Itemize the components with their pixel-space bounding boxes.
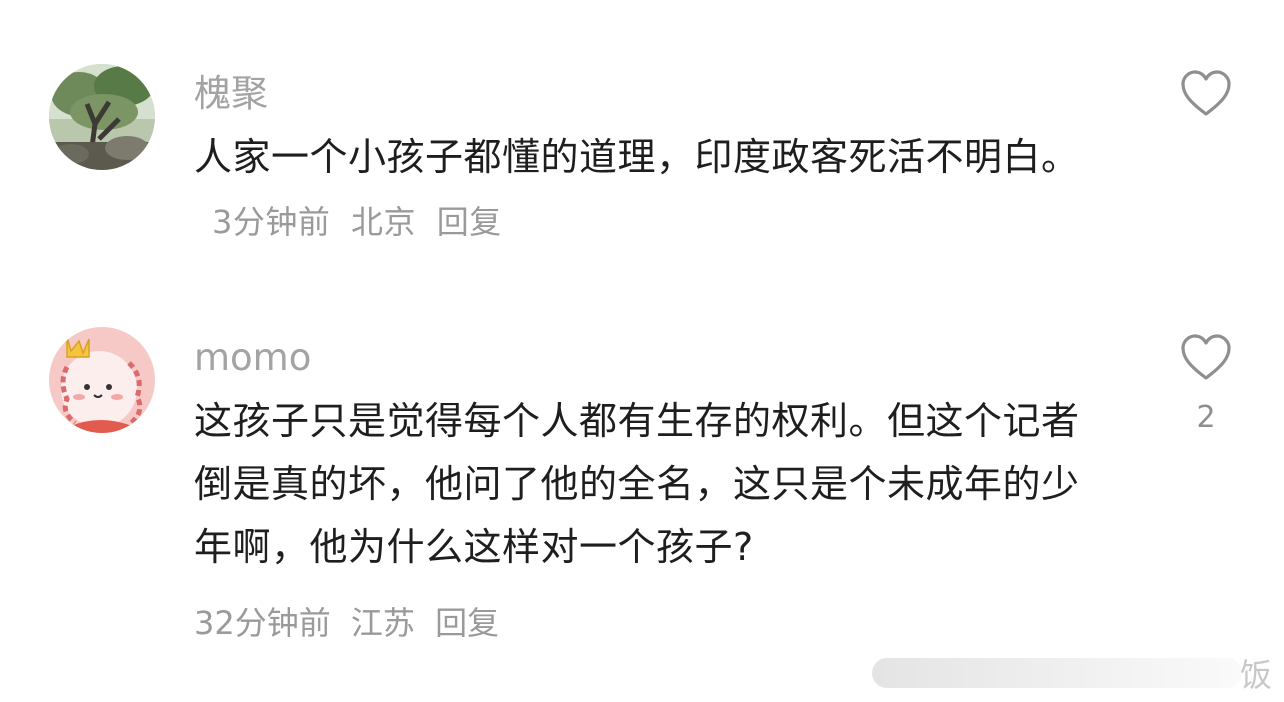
watermark: 饭: [872, 648, 1280, 694]
watermark-text: 饭: [1240, 656, 1273, 694]
avatar-tree-image: [49, 64, 155, 170]
comment-time: 3分钟前: [212, 203, 331, 241]
heart-outline-icon[interactable]: [1180, 334, 1232, 382]
comment-body: 人家一个小孩子都懂的道理，印度政客死活不明白。: [194, 135, 1080, 179]
watermark-bar: [872, 658, 1242, 688]
comment-time: 32分钟前: [194, 604, 331, 642]
avatar-cartoon-image: [49, 327, 155, 433]
avatar[interactable]: [49, 327, 155, 433]
heart-outline-icon[interactable]: [1180, 70, 1232, 118]
username[interactable]: 槐聚: [194, 72, 268, 116]
reply-button[interactable]: 回复: [435, 604, 499, 642]
reply-button[interactable]: 回复: [437, 203, 502, 241]
username[interactable]: momo: [194, 336, 311, 380]
comment-location: 江苏: [350, 604, 415, 642]
like-count: 2: [1196, 400, 1216, 435]
avatar[interactable]: [49, 64, 155, 170]
comment-text: 人家一个小孩子都懂的道理，印度政客死活不明白。 3分钟前 北京 回复: [194, 126, 1114, 254]
comment-list: 槐聚 人家一个小孩子都懂的道理，印度政客死活不明白。 3分钟前 北京 回复 mo…: [0, 0, 1284, 702]
comment-meta: 32分钟前 江苏 回复: [194, 598, 509, 644]
comment-location: 北京: [351, 203, 417, 241]
comment-text: 这孩子只是觉得每个人都有生存的权利。但这个记者倒是真的坏，他问了他的全名，这只是…: [194, 399, 1080, 569]
comment-meta: 3分钟前 北京 回复: [212, 203, 512, 241]
